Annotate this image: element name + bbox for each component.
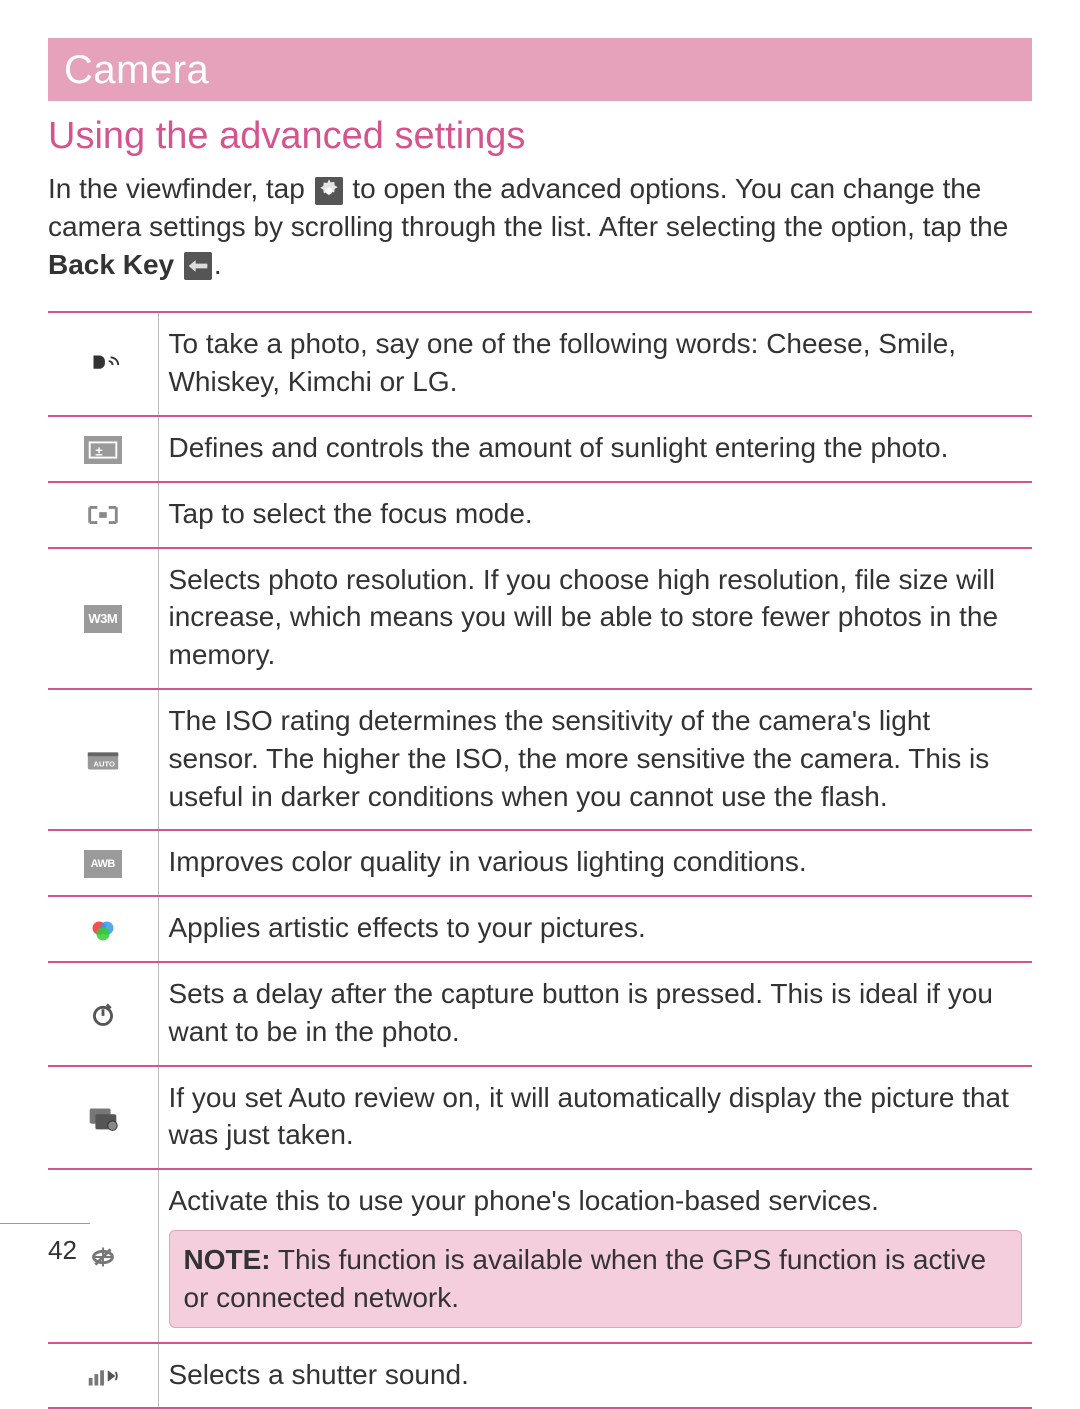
svg-text:±: ± xyxy=(95,443,102,458)
intro-text-3: . xyxy=(214,249,222,280)
section-subtitle: Using the advanced settings xyxy=(48,115,1032,158)
setting-description: Selects a shutter sound. xyxy=(158,1343,1032,1409)
white-balance-icon: AWB xyxy=(84,850,122,878)
back-key-icon xyxy=(184,252,212,280)
svg-text:AUTO: AUTO xyxy=(93,760,114,769)
setting-description: Sets a delay after the capture button is… xyxy=(158,962,1032,1066)
geotag-icon xyxy=(84,1243,122,1271)
setting-description: Activate this to use your phone's locati… xyxy=(169,1182,1023,1220)
table-row: If you set Auto review on, it will autom… xyxy=(48,1066,1032,1170)
setting-description: If you set Auto review on, it will autom… xyxy=(158,1066,1032,1170)
table-row: Activate this to use your phone's locati… xyxy=(48,1169,1032,1342)
table-row: Tap to select the focus mode. xyxy=(48,482,1032,548)
settings-table: To take a photo, say one of the followin… xyxy=(48,311,1032,1409)
table-row: Applies artistic effects to your picture… xyxy=(48,896,1032,962)
intro-paragraph: In the viewfinder, tap to open the advan… xyxy=(48,170,1032,283)
color-effect-icon xyxy=(84,916,122,944)
table-row: W3M Selects photo resolution. If you cho… xyxy=(48,548,1032,689)
note-text: This function is available when the GPS … xyxy=(184,1244,987,1313)
resolution-icon: W3M xyxy=(84,605,122,633)
setting-description: Tap to select the focus mode. xyxy=(158,482,1032,548)
setting-description: Defines and controls the amount of sunli… xyxy=(158,416,1032,482)
setting-description: Applies artistic effects to your picture… xyxy=(158,896,1032,962)
note-box: NOTE: This function is available when th… xyxy=(169,1230,1023,1328)
gear-icon xyxy=(315,177,343,205)
back-key-label: Back Key xyxy=(48,249,174,280)
table-row: ± Defines and controls the amount of sun… xyxy=(48,416,1032,482)
table-row: Sets a delay after the capture button is… xyxy=(48,962,1032,1066)
table-row: Selects a shutter sound. xyxy=(48,1343,1032,1409)
brightness-icon: ± xyxy=(84,436,122,464)
table-row: AUTO The ISO rating determines the sensi… xyxy=(48,689,1032,830)
page-title-bar: Camera xyxy=(48,38,1032,101)
shutter-sound-icon xyxy=(84,1362,122,1390)
table-row: AWB Improves color quality in various li… xyxy=(48,830,1032,896)
setting-description: The ISO rating determines the sensitivit… xyxy=(158,689,1032,830)
footer-rule xyxy=(0,1223,90,1224)
timer-icon xyxy=(84,1000,122,1028)
iso-icon: AUTO xyxy=(84,746,122,774)
voice-shutter-icon xyxy=(84,351,122,379)
auto-review-icon xyxy=(84,1104,122,1132)
table-row: To take a photo, say one of the followin… xyxy=(48,312,1032,416)
page-title: Camera xyxy=(64,48,209,92)
focus-mode-icon xyxy=(84,501,122,529)
note-label: NOTE: xyxy=(184,1244,271,1275)
intro-text-1: In the viewfinder, tap xyxy=(48,173,313,204)
setting-description: Improves color quality in various lighti… xyxy=(158,830,1032,896)
setting-description: To take a photo, say one of the followin… xyxy=(158,312,1032,416)
setting-description: Selects photo resolution. If you choose … xyxy=(158,548,1032,689)
page-number: 42 xyxy=(48,1235,77,1266)
